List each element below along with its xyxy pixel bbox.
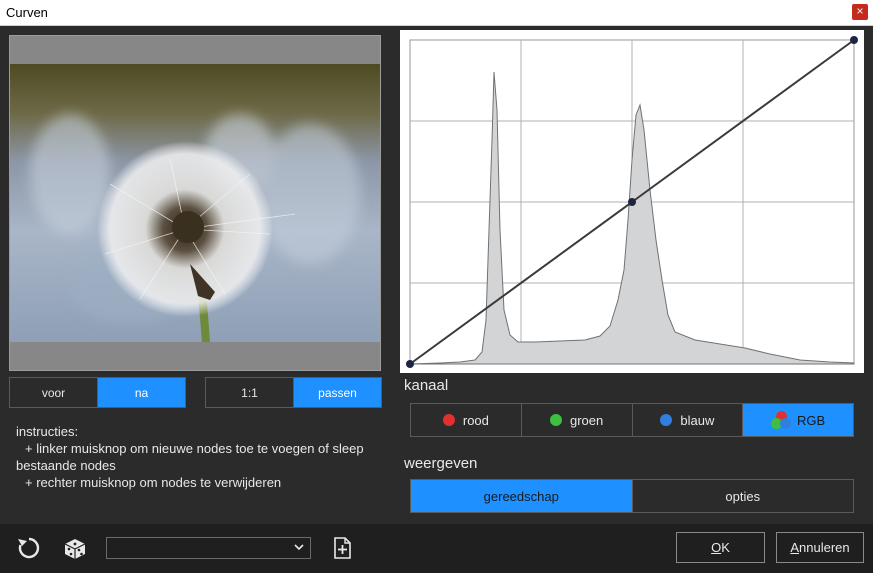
curve-node[interactable] — [850, 36, 858, 44]
channel-green-label: groen — [570, 412, 604, 428]
view-label: weergeven — [404, 455, 478, 472]
curve-graph[interactable] — [400, 30, 864, 373]
image-preview — [9, 35, 381, 371]
channel-selector: rood groen blauw RGB — [410, 403, 854, 437]
curve-canvas[interactable] — [400, 30, 864, 373]
curve-node[interactable] — [628, 198, 636, 206]
dice-icon[interactable] — [62, 535, 88, 561]
close-button[interactable]: × — [852, 4, 868, 20]
new-file-icon[interactable] — [329, 535, 355, 561]
dandelion-photo — [10, 64, 380, 342]
view-selector: gereedschap opties — [410, 479, 854, 513]
footer-bar: OK Annuleren — [0, 524, 873, 573]
channel-green[interactable]: groen — [520, 404, 632, 436]
ok-mnemonic: O — [711, 540, 722, 555]
chevron-down-icon — [294, 544, 304, 551]
green-dot-icon — [550, 414, 562, 426]
curve-node[interactable] — [406, 360, 414, 368]
zoom-toggle: 1:1 passen — [205, 377, 382, 408]
channel-rgb-label: RGB — [797, 412, 826, 428]
ok-label: K — [721, 540, 730, 555]
channel-red[interactable]: rood — [411, 404, 521, 436]
cancel-mnemonic: A — [790, 540, 800, 555]
title-bar: Curven × — [0, 0, 873, 26]
cancel-label: nnuleren — [799, 540, 850, 555]
zoom-1-1-option[interactable]: 1:1 — [206, 378, 293, 407]
cancel-button[interactable]: Annuleren — [776, 532, 864, 563]
reset-icon[interactable] — [16, 535, 42, 561]
channel-label: kanaal — [404, 377, 449, 394]
tab-options[interactable]: opties — [631, 480, 854, 512]
instructions: instructies: + linker muisknop om nieuwe… — [16, 423, 386, 491]
fit-option[interactable]: passen — [293, 378, 381, 407]
window-title: Curven — [6, 5, 48, 20]
instruction-add-cont: bestaande nodes — [16, 458, 116, 473]
instruction-add: + linker muisknop om nieuwe nodes toe te… — [25, 441, 364, 456]
instructions-heading: instructies: — [16, 424, 79, 439]
ok-button[interactable]: OK — [676, 532, 765, 563]
tab-tools[interactable]: gereedschap — [411, 480, 632, 512]
preset-dropdown[interactable] — [106, 537, 311, 559]
na-option[interactable]: na — [97, 378, 185, 407]
channel-red-label: rood — [462, 412, 489, 428]
channel-blue-label: blauw — [680, 412, 715, 428]
channel-rgb[interactable]: RGB — [742, 404, 853, 436]
red-dot-icon — [442, 414, 455, 426]
channel-blue[interactable]: blauw — [631, 404, 743, 436]
blue-dot-icon — [660, 414, 673, 426]
instruction-remove: + rechter muisknop om nodes te verwijder… — [25, 475, 282, 490]
rgb-icon — [771, 411, 792, 429]
voor-option[interactable]: voor — [10, 378, 97, 407]
before-after-toggle: voor na — [9, 377, 186, 408]
